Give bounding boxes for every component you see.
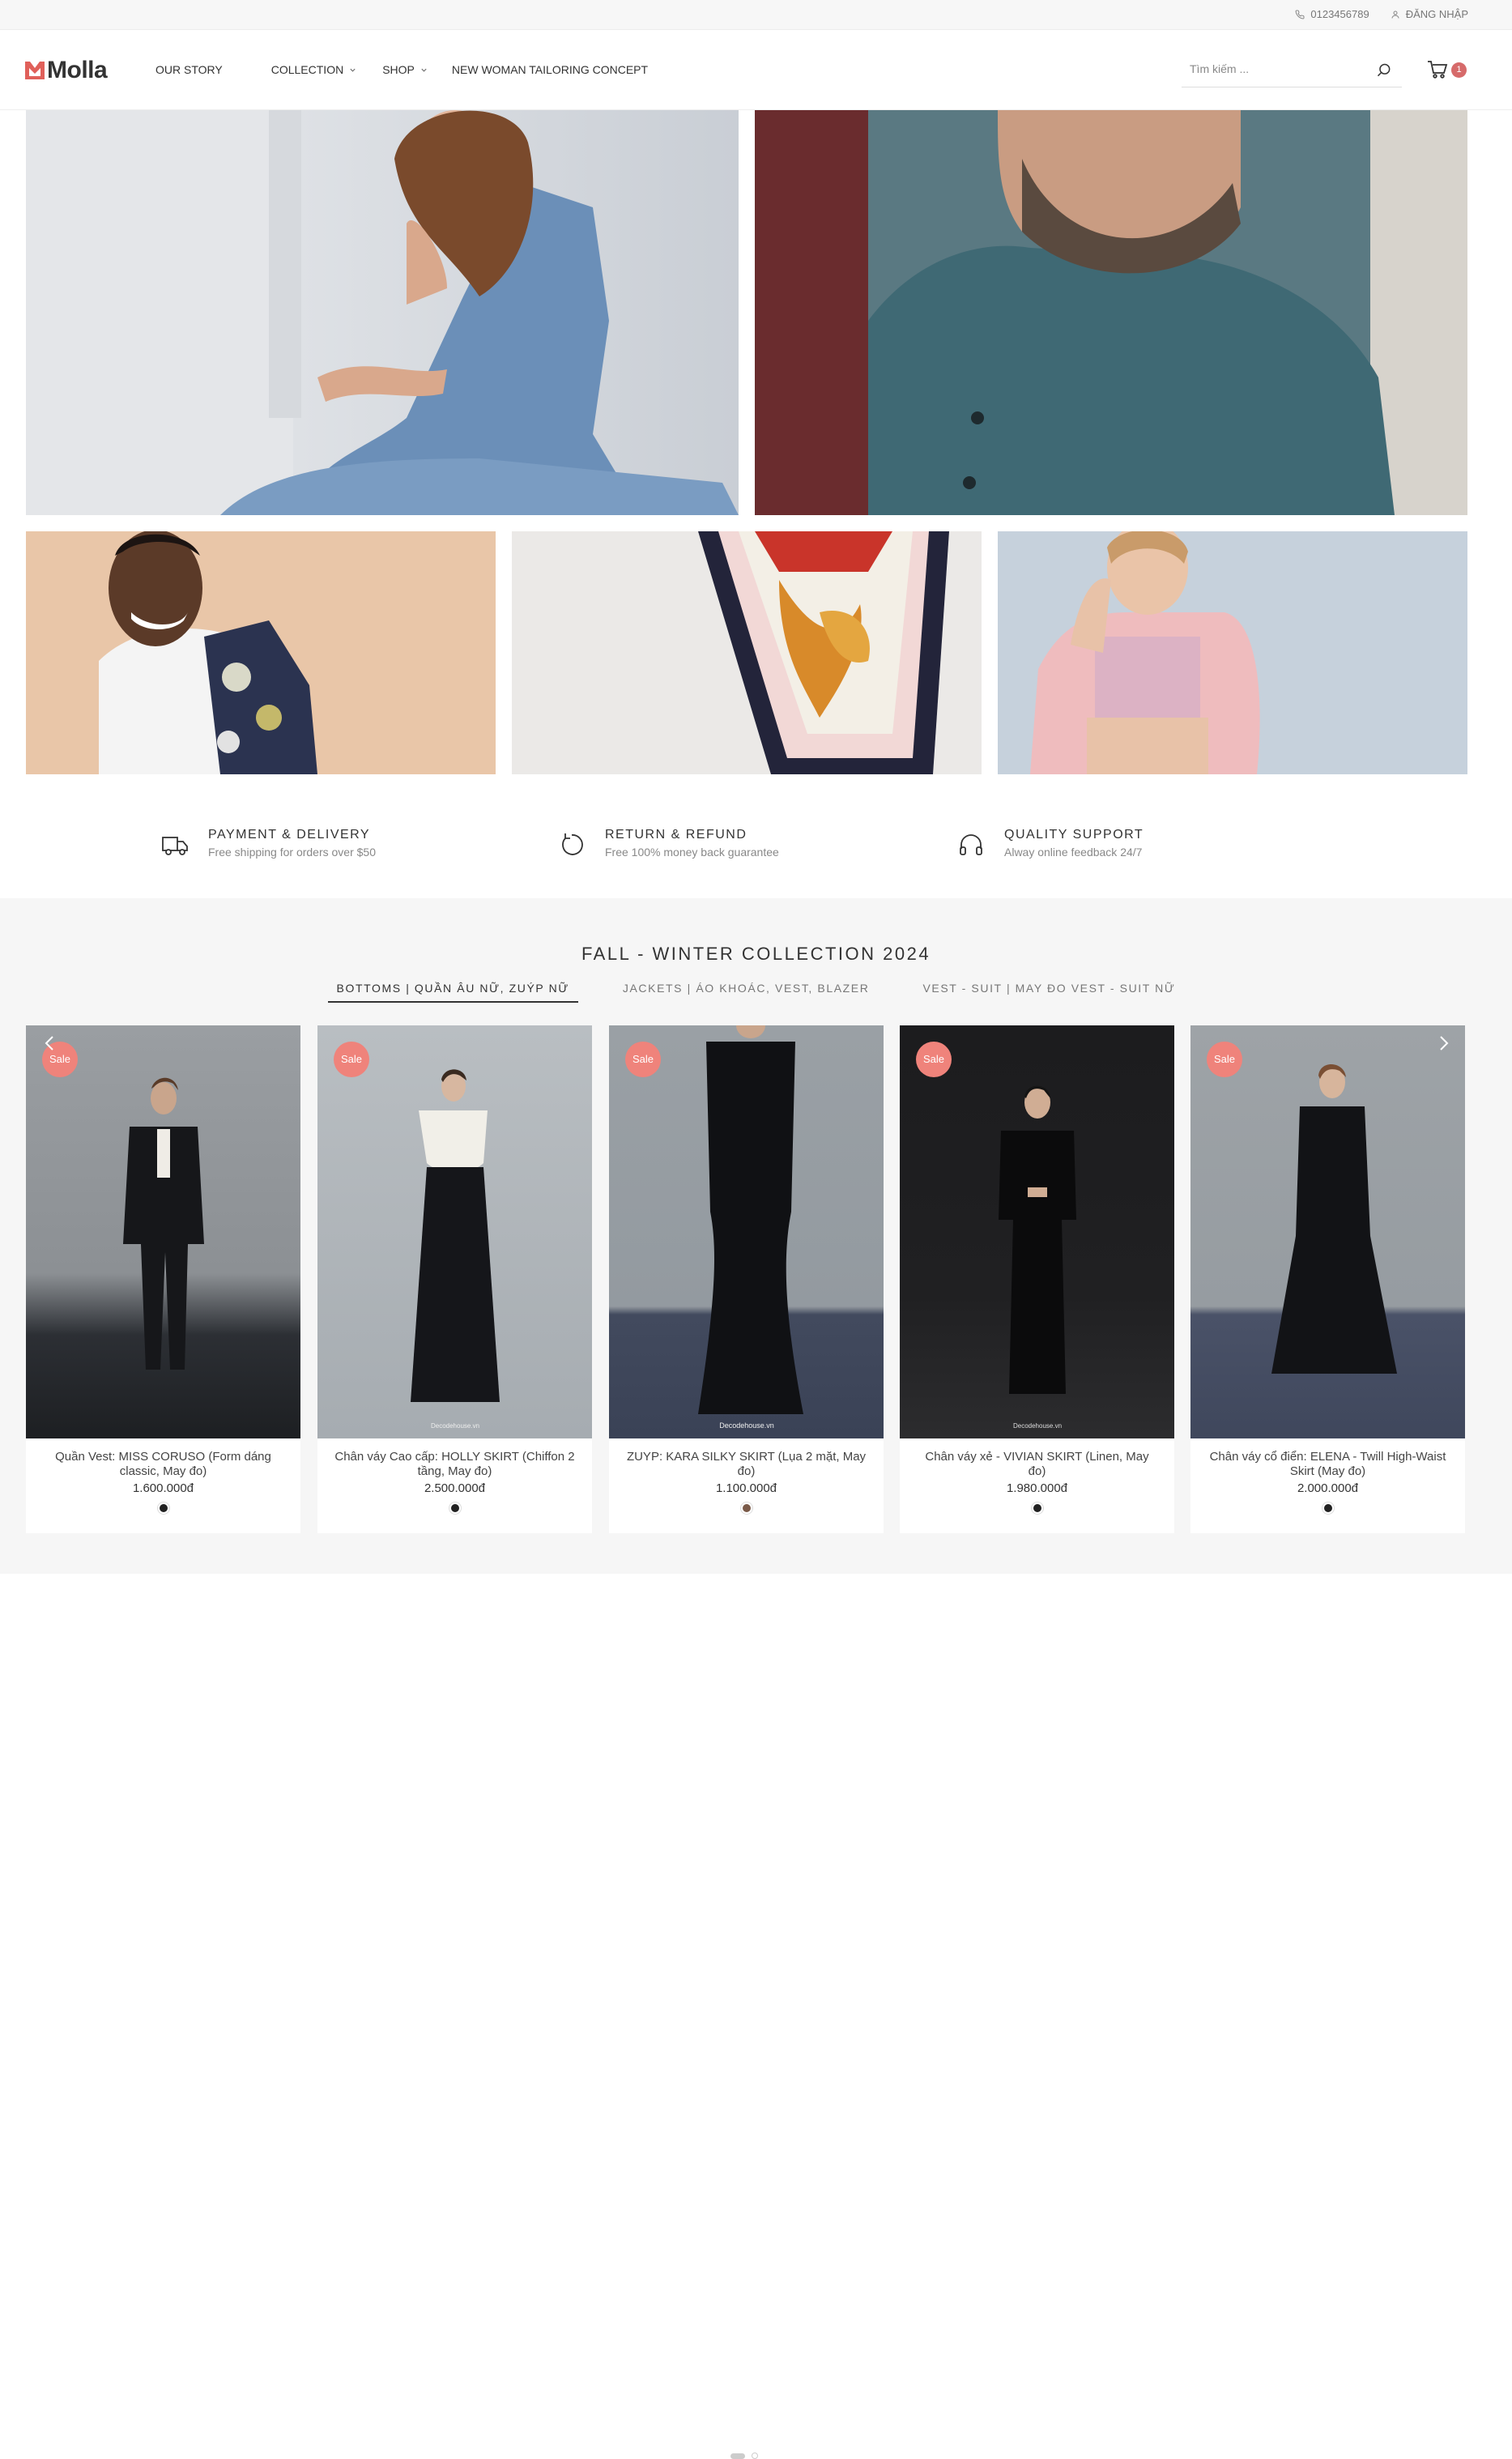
banner-man-teal-henley[interactable] [755, 110, 1467, 515]
product-name[interactable]: Chân váy xẻ - VIVIAN SKIRT (Linen, May đ… [916, 1450, 1159, 1479]
collection-title: FALL - WINTER COLLECTION 2024 [581, 944, 931, 964]
banner-image [26, 110, 739, 515]
banner-image [998, 531, 1467, 774]
carousel-dots [730, 2453, 758, 2459]
product-card[interactable]: Sale Chân váy cổ điển: ELENA - Twill Hig… [1190, 1025, 1465, 1533]
feature-title: PAYMENT & DELIVERY [208, 828, 371, 842]
product-image[interactable]: Sale [26, 1025, 300, 1438]
banner-silk-scarf[interactable] [512, 531, 982, 774]
color-swatch[interactable] [1322, 1502, 1334, 1514]
product-card[interactable]: Decodehouse.vn Sale Chân váy Cao cấp: HO… [317, 1025, 592, 1533]
search-input[interactable] [1190, 62, 1368, 75]
tab-jackets[interactable]: JACKETS | ÁO KHOÁC, VEST, BLAZER [614, 982, 879, 1003]
watermark: Decodehouse.vn [719, 1421, 774, 1430]
cart-count-badge: 1 [1451, 62, 1467, 78]
product-card[interactable]: Decodehouse.vn Sale Chân váy xẻ - VIVIAN… [900, 1025, 1174, 1533]
banner-image [26, 531, 496, 774]
nav-item-shop[interactable]: SHOP [382, 63, 428, 76]
sale-badge: Sale [1207, 1042, 1242, 1077]
login-label: ĐĂNG NHẬP [1405, 8, 1468, 20]
feature-subtitle: Alway online feedback 24/7 [1004, 846, 1143, 859]
login-link[interactable]: ĐĂNG NHẬP [1391, 8, 1468, 20]
color-swatch[interactable] [449, 1502, 461, 1514]
feature-title: RETURN & REFUND [605, 828, 747, 842]
main-nav: OUR STORY COLLECTION SHOP NEW WOMAN TAIL… [155, 63, 648, 76]
nav-item-collection[interactable]: COLLECTION [271, 63, 356, 76]
nav-item-tailoring[interactable]: NEW WOMAN TAILORING CONCEPT [452, 63, 648, 76]
tab-bottoms[interactable]: BOTTOMS | QUẦN ÂU NỮ, ZUÝP NỮ [327, 982, 578, 1003]
banner-woman-denim-dress[interactable] [26, 110, 739, 515]
model-figure: Decodehouse.vn [999, 1085, 1076, 1430]
user-icon [1391, 11, 1399, 19]
product-price: 1.100.000đ [715, 1481, 777, 1495]
feature-quality-support: QUALITY SUPPORT Alway online feedback 24… [957, 828, 1144, 859]
banner-woman-pink-jacket[interactable] [998, 531, 1467, 774]
nav-label: SHOP [382, 63, 415, 76]
product-name[interactable]: Chân váy Cao cấp: HOLLY SKIRT (Chiffon 2… [334, 1450, 577, 1479]
phone-link[interactable]: 0123456789 [1295, 8, 1369, 20]
model-figure [1271, 1063, 1397, 1374]
product-price: 2.000.000đ [1297, 1481, 1359, 1495]
product-name[interactable]: ZUYP: KARA SILKY SKIRT (Lụa 2 mặt, May đ… [625, 1450, 868, 1479]
phone-icon [1295, 9, 1305, 19]
feature-return-refund: RETURN & REFUND Free 100% money back gua… [558, 828, 779, 859]
watermark: Decodehouse.vn [1013, 1422, 1062, 1430]
collection-tabs: BOTTOMS | QUẦN ÂU NỮ, ZUÝP NỮ JACKETS | … [0, 982, 1512, 1003]
product-card[interactable]: Sale Quần Vest: MISS CORUSO (Form dáng c… [26, 1025, 300, 1533]
carousel-prev-icon[interactable] [40, 1033, 60, 1053]
nav-label: OUR STORY [155, 63, 223, 76]
product-price: 1.980.000đ [1006, 1481, 1068, 1495]
sale-badge: Sale [625, 1042, 661, 1077]
sale-badge: Sale [334, 1042, 369, 1077]
features-strip: PAYMENT & DELIVERY Free shipping for ord… [0, 802, 1512, 899]
color-swatch[interactable] [740, 1502, 752, 1514]
feature-payment-delivery: PAYMENT & DELIVERY Free shipping for ord… [161, 828, 376, 859]
feature-subtitle: Free 100% money back guarantee [605, 846, 779, 859]
carousel-dot[interactable] [752, 2453, 758, 2459]
carousel-next-icon[interactable] [1433, 1033, 1453, 1053]
model-figure: Decodehouse.vn [411, 1069, 500, 1430]
banner-image [512, 531, 982, 774]
feature-title: QUALITY SUPPORT [1004, 828, 1144, 842]
header: Molla OUR STORY COLLECTION SHOP NEW WOMA… [0, 30, 1512, 110]
search-icon[interactable] [1376, 62, 1392, 79]
watermark: Decodehouse.vn [431, 1422, 479, 1430]
collection-section: FALL - WINTER COLLECTION 2024 BOTTOMS | … [0, 898, 1512, 2459]
tab-vest-suit[interactable]: VEST - SUIT | MAY ĐO VEST - SUIT NỮ [914, 982, 1184, 1003]
color-swatch[interactable] [1031, 1502, 1043, 1514]
logo-text: Molla [47, 57, 108, 83]
carousel-dot-active[interactable] [730, 2453, 745, 2459]
refund-icon [562, 833, 583, 855]
sale-badge: Sale [916, 1042, 952, 1077]
product-image[interactable]: Decodehouse.vn Sale [900, 1025, 1174, 1438]
nav-item-our-story[interactable]: OUR STORY [155, 63, 223, 76]
product-price: 1.600.000đ [132, 1481, 194, 1495]
cart-icon[interactable] [1427, 59, 1448, 80]
product-name[interactable]: Quần Vest: MISS CORUSO (Form dáng classi… [42, 1450, 285, 1479]
product-image[interactable]: Decodehouse.vn Sale [609, 1025, 884, 1438]
product-image[interactable]: Decodehouse.vn Sale [317, 1025, 592, 1438]
model-figure: Decodehouse.vn [698, 1025, 803, 1430]
truck-icon [162, 837, 188, 855]
nav-label: NEW WOMAN TAILORING CONCEPT [451, 63, 649, 76]
feature-subtitle: Free shipping for orders over $50 [208, 846, 376, 859]
logo[interactable]: Molla [25, 57, 108, 84]
product-image[interactable]: Sale [1190, 1025, 1465, 1438]
phone-number: 0123456789 [1310, 8, 1369, 20]
search-box [1182, 55, 1402, 87]
chevron-down-icon [421, 68, 427, 72]
product-price: 2.500.000đ [424, 1481, 486, 1495]
banner-man-floral-tee[interactable] [26, 531, 496, 774]
banner-image [755, 110, 1467, 515]
nav-label: COLLECTION [270, 63, 344, 76]
headphones-icon [960, 834, 982, 855]
chevron-down-icon [350, 68, 356, 72]
model-figure [123, 1077, 204, 1370]
logo-mark-icon [25, 62, 45, 79]
top-bar: 0123456789 ĐĂNG NHẬP [0, 0, 1512, 30]
color-swatch[interactable] [157, 1502, 169, 1514]
product-name[interactable]: Chân váy cổ điển: ELENA - Twill High-Wai… [1207, 1450, 1450, 1479]
product-card[interactable]: Decodehouse.vn Sale ZUYP: KARA SILKY SKI… [609, 1025, 884, 1533]
